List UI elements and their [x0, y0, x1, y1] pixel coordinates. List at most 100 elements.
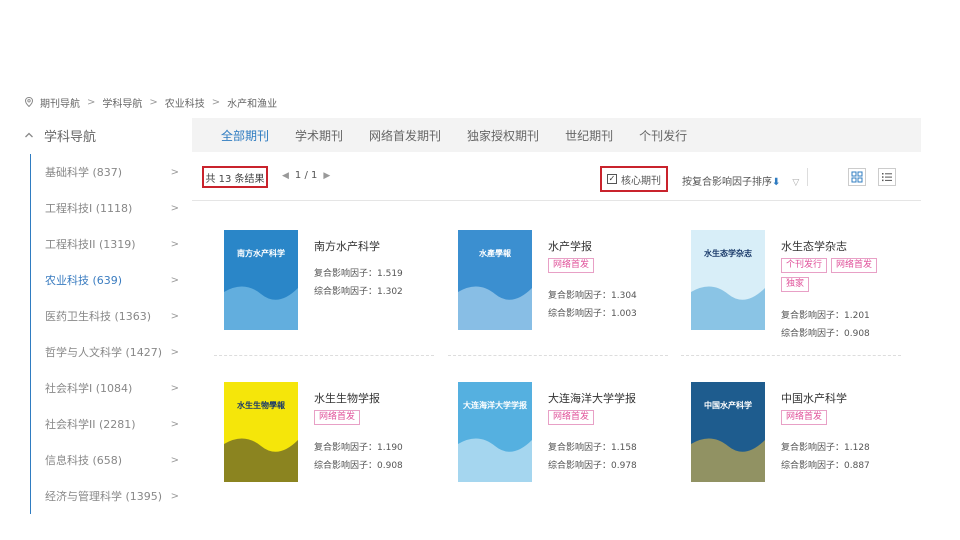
- sidebar-item-label: 社会科学I (1084): [45, 382, 133, 395]
- journal-title[interactable]: 水产学报: [548, 238, 592, 254]
- result-toolbar: 共 13 条结果 ◀ 1 / 1 ▶ ✓ 核心期刊 按复合影响因子排序⬇ ▽: [192, 166, 921, 192]
- chevron-right-icon: >: [170, 310, 179, 322]
- composite-impact-factor: 复合影响因子：1.158: [548, 443, 637, 453]
- sidebar-item[interactable]: 信息科技 (658) >: [31, 442, 193, 478]
- breadcrumb-separator: >: [149, 96, 158, 108]
- toolbar-divider: [192, 200, 921, 201]
- journal-title[interactable]: 大连海洋大学学报: [548, 390, 636, 406]
- sidebar-item[interactable]: 工程科技I (1118) >: [31, 190, 193, 226]
- list-view-button[interactable]: [878, 168, 896, 186]
- journal-cover-art: 水產學報: [458, 230, 532, 330]
- journal-title[interactable]: 水生生物学报: [314, 390, 380, 406]
- journal-tags: 网络首发: [548, 410, 658, 425]
- sidebar-item-label: 社会科学II (2281): [45, 418, 136, 431]
- journal-card[interactable]: 水生生物學報 水生生物学报 网络首发 复合影响因子：1.190 综合影响因子：0.908: [214, 382, 434, 494]
- journal-card[interactable]: 水產學報 水产学报 网络首发 复合影响因子：1.304 综合影响因子：1.003: [448, 230, 668, 356]
- breadcrumb-item[interactable]: 期刊导航: [40, 95, 80, 110]
- breadcrumb-item-current: 水产和渔业: [227, 98, 278, 110]
- journal-cover-title: 南方水产科学: [237, 248, 285, 258]
- core-journal-label: 核心期刊: [621, 175, 661, 187]
- composite-impact-factor: 复合影响因子：1.128: [781, 443, 870, 453]
- sidebar-item[interactable]: 社会科学I (1084) >: [31, 370, 193, 406]
- comprehensive-impact-factor: 综合影响因子：1.003: [548, 309, 637, 319]
- chevron-right-icon: >: [170, 490, 179, 502]
- sidebar-item[interactable]: 社会科学II (2281) >: [31, 406, 193, 442]
- journal-card[interactable]: 水生态学杂志 水生态学杂志 个刊发行 网络首发 独家 复合影响因子：1.201 综合影响因子…: [681, 230, 901, 356]
- journal-cover-title: 水生生物學報: [236, 400, 286, 410]
- sidebar-title: 学科导航: [44, 129, 97, 145]
- journal-tabs: 全部期刊 学术期刊 网络首发期刊 独家授权期刊 世纪期刊 个刊发行: [192, 118, 921, 152]
- journal-card[interactable]: 南方水产科学 南方水产科学 复合影响因子：1.519 综合影响因子：1.302: [214, 230, 434, 356]
- journal-tag: 个刊发行: [781, 258, 828, 273]
- journal-cover[interactable]: 中国水产科学: [691, 382, 765, 482]
- journal-cover-art: 水生生物學報: [224, 382, 298, 482]
- tab-individual-issue[interactable]: 个刊发行: [639, 127, 687, 144]
- sidebar-item[interactable]: 医药卫生科技 (1363) >: [31, 298, 193, 334]
- sidebar-header[interactable]: 学科导航: [24, 120, 192, 150]
- journal-cover[interactable]: 南方水产科学: [224, 230, 298, 330]
- chevron-right-icon: >: [170, 202, 179, 214]
- checkbox-checked-icon[interactable]: ✓: [607, 174, 617, 184]
- journal-cover-art: 南方水产科学: [224, 230, 298, 330]
- next-page-icon[interactable]: ▶: [323, 171, 330, 181]
- composite-impact-factor: 复合影响因子：1.201: [781, 311, 870, 321]
- tab-online-first[interactable]: 网络首发期刊: [369, 127, 441, 144]
- journal-tags: 网络首发: [548, 258, 658, 273]
- grid-view-button[interactable]: [848, 168, 866, 186]
- chevron-up-icon: [25, 132, 33, 138]
- journal-tag: 网络首发: [548, 410, 595, 425]
- comprehensive-impact-factor: 综合影响因子：0.908: [781, 329, 870, 339]
- journal-cover-title: 水生态学杂志: [703, 248, 752, 258]
- journal-title[interactable]: 水生态学杂志: [781, 238, 847, 254]
- row-divider: [448, 355, 668, 356]
- sidebar-item-label: 工程科技I (1118): [45, 202, 133, 215]
- journal-title[interactable]: 中国水产科学: [781, 390, 847, 406]
- comprehensive-impact-factor: 综合影响因子：0.978: [548, 461, 637, 471]
- core-journal-filter[interactable]: ✓ 核心期刊: [600, 166, 668, 192]
- journal-tag: 网络首发: [314, 410, 361, 425]
- journal-cover[interactable]: 水產學報: [458, 230, 532, 330]
- journal-title[interactable]: 南方水产科学: [314, 238, 380, 254]
- comprehensive-impact-factor: 综合影响因子：0.887: [781, 461, 870, 471]
- list-icon: [882, 173, 892, 182]
- composite-impact-factor: 复合影响因子：1.519: [314, 269, 403, 279]
- divider: [807, 168, 808, 186]
- journal-cover[interactable]: 大连海洋大学学报: [458, 382, 532, 482]
- sidebar-item[interactable]: 经济与管理科学 (1395) >: [31, 478, 193, 514]
- prev-page-icon[interactable]: ◀: [282, 171, 289, 181]
- journal-tags: 网络首发: [781, 410, 891, 425]
- sidebar-item[interactable]: 基础科学 (837) >: [31, 154, 193, 190]
- sidebar-item-label: 工程科技II (1319): [45, 238, 136, 251]
- row-divider: [214, 355, 434, 356]
- sidebar-item[interactable]: 工程科技II (1319) >: [31, 226, 193, 262]
- composite-impact-factor: 复合影响因子：1.190: [314, 443, 403, 453]
- breadcrumb: 期刊导航 > 学科导航 > 农业科技 > 水产和渔业: [24, 94, 277, 110]
- sort-select[interactable]: 按复合影响因子排序⬇ ▽: [682, 173, 799, 188]
- location-pin-icon: [24, 97, 34, 107]
- tab-century[interactable]: 世纪期刊: [565, 127, 613, 144]
- subject-sidebar: 学科导航 基础科学 (837) > 工程科技I (1118) > 工程科技II (1…: [24, 120, 192, 514]
- sidebar-item[interactable]: 哲学与人文科学 (1427) >: [31, 334, 193, 370]
- tab-academic[interactable]: 学术期刊: [295, 127, 343, 144]
- journal-card[interactable]: 中国水产科学 中国水产科学 网络首发 复合影响因子：1.128 综合影响因子：0.887: [681, 382, 901, 494]
- sidebar-item-label: 基础科学 (837): [45, 166, 123, 179]
- breadcrumb-item[interactable]: 农业科技: [165, 95, 205, 110]
- journal-cover[interactable]: 水生生物學報: [224, 382, 298, 482]
- journal-card[interactable]: 大连海洋大学学报 大连海洋大学学报 网络首发 复合影响因子：1.158 综合影响因子：0…: [448, 382, 668, 494]
- arrow-down-icon: ⬇: [772, 177, 781, 188]
- sidebar-item-active[interactable]: 农业科技 (639) >: [31, 262, 193, 298]
- breadcrumb-item[interactable]: 学科导航: [102, 95, 142, 110]
- chevron-right-icon: >: [170, 346, 179, 358]
- journal-cover-art: 大连海洋大学学报: [458, 382, 532, 482]
- journal-main: 全部期刊 学术期刊 网络首发期刊 独家授权期刊 世纪期刊 个刊发行 共 13 条…: [192, 118, 921, 201]
- journal-cover-title: 大连海洋大学学报: [463, 400, 527, 410]
- sidebar-list: 基础科学 (837) > 工程科技I (1118) > 工程科技II (1319) >…: [30, 154, 193, 514]
- chevron-right-icon: >: [170, 274, 179, 286]
- journal-cover[interactable]: 水生态学杂志: [691, 230, 765, 330]
- comprehensive-impact-factor: 综合影响因子：1.302: [314, 287, 403, 297]
- journal-tags: 网络首发: [314, 410, 424, 425]
- journal-cover-title: 中国水产科学: [704, 400, 752, 410]
- result-count: 共 13 条结果: [202, 166, 268, 188]
- tab-exclusive[interactable]: 独家授权期刊: [467, 127, 539, 144]
- tab-all-journals[interactable]: 全部期刊: [221, 127, 269, 144]
